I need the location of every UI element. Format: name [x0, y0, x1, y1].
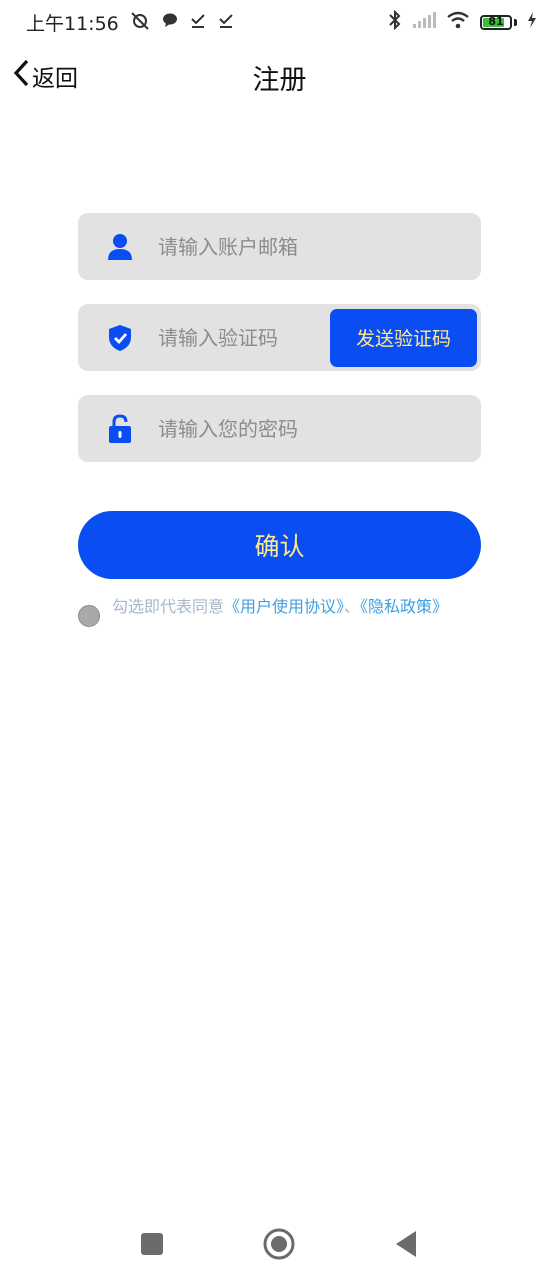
password-field-container: [78, 395, 481, 462]
user-agreement-link[interactable]: 《用户使用协议》: [224, 597, 344, 616]
status-time: 上午11:56: [26, 12, 119, 35]
page-title: 注册: [252, 65, 307, 96]
battery-body: 81: [480, 14, 512, 30]
alarm-off-icon: [129, 10, 151, 34]
agreement-separator: 、: [344, 597, 361, 616]
email-field-container: [78, 213, 481, 280]
status-right: 81: [388, 9, 537, 34]
status-left: 上午11:56: [26, 9, 235, 36]
shield-check-icon: [106, 324, 134, 352]
agreement-prefix: 勾选即代表同意: [112, 597, 225, 616]
home-button[interactable]: [257, 1222, 301, 1266]
download-done-icon: [217, 11, 235, 33]
charging-icon: [527, 12, 537, 32]
nav-bar: 返回 注册: [0, 52, 559, 100]
agreement-row: 勾选即代表同意《用户使用协议》、《隐私政策》: [78, 594, 481, 627]
confirm-button[interactable]: 确认: [78, 511, 481, 579]
lock-icon: [106, 413, 134, 443]
chat-bubble-icon: [161, 11, 179, 33]
wifi-icon: [446, 11, 470, 33]
user-icon: [106, 233, 134, 261]
system-nav-bar: [0, 1222, 559, 1266]
register-screen: 上午11:56 81 返回 注册 请输入账户邮箱 请输入验证码 发送验证码 确认…: [0, 0, 559, 1280]
battery-icon: 81: [480, 14, 517, 30]
password-input[interactable]: [158, 416, 481, 441]
back-nav-button[interactable]: [384, 1222, 428, 1266]
recent-apps-button[interactable]: [130, 1222, 174, 1266]
agree-radio[interactable]: [78, 605, 100, 627]
code-field-container: 发送验证码: [78, 304, 481, 371]
download-done-icon: [189, 11, 207, 33]
battery-tip: [514, 18, 517, 26]
status-bar: 上午11:56 81: [0, 0, 559, 44]
battery-level: 81: [488, 14, 504, 28]
privacy-policy-link[interactable]: 《隐私政策》: [360, 597, 448, 616]
code-input[interactable]: [158, 325, 330, 350]
email-input[interactable]: [158, 234, 481, 259]
send-code-button[interactable]: 发送验证码: [330, 308, 477, 367]
bluetooth-icon: [388, 9, 402, 34]
signal-icon: [412, 12, 436, 32]
agreement-text: 勾选即代表同意《用户使用协议》、《隐私政策》: [112, 594, 452, 619]
